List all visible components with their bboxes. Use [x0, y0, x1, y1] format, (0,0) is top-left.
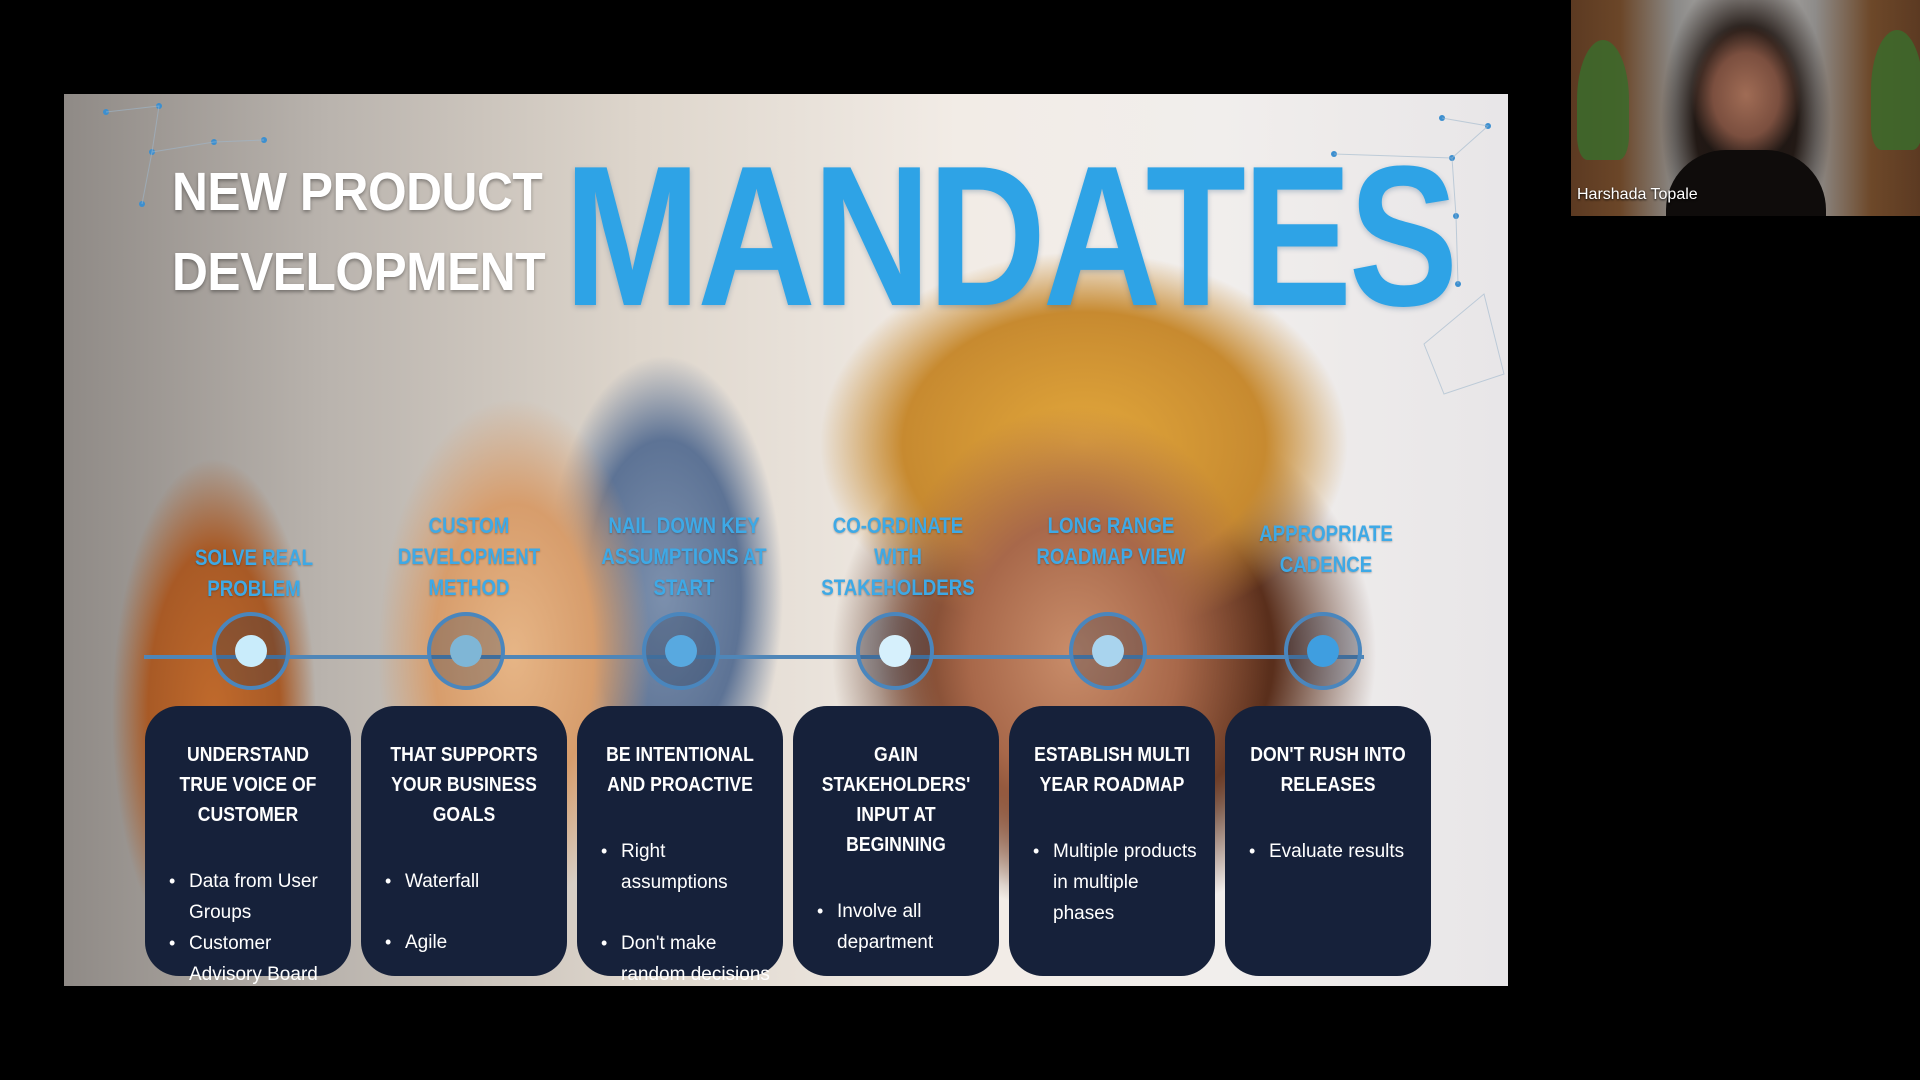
slide-title-line-1: NEW PRODUCT	[172, 162, 543, 222]
background-plant	[1577, 40, 1629, 160]
step-label: SOLVE REAL PROBLEM	[194, 545, 314, 601]
step-label: LONG RANGE ROADMAP VIEW	[1036, 513, 1186, 569]
card-bullets: Data from User Groups Customer Advisory …	[155, 866, 341, 986]
step-label: CUSTOM DEVELOPMENT METHOD	[397, 513, 541, 600]
step-label: NAIL DOWN KEY ASSUMPTIONS AT START	[601, 513, 767, 600]
card-title: GAIN STAKEHOLDERS' INPUT AT BEGINNING	[821, 744, 971, 856]
timeline-node	[1284, 612, 1362, 690]
participant-figure	[1666, 150, 1826, 216]
card-bullet: Don't make random decisions	[601, 928, 773, 986]
mandate-card: THAT SUPPORTS YOUR BUSINESS GOALS Waterf…	[361, 706, 567, 976]
timeline-node	[1069, 612, 1147, 690]
card-title: BE INTENTIONAL AND PROACTIVE	[606, 744, 754, 796]
card-bullet: Waterfall	[385, 866, 557, 897]
mandate-card: UNDERSTAND TRUE VOICE OF CUSTOMER Data f…	[145, 706, 351, 985]
card-bullets: Multiple products in multiple phases	[1019, 836, 1205, 929]
card-title: THAT SUPPORTS YOUR BUSINESS GOALS	[390, 744, 538, 826]
timeline-node	[642, 612, 720, 690]
step-label: APPROPRIATE CADENCE	[1259, 521, 1393, 577]
timeline-node	[427, 612, 505, 690]
card-bullets: Involve all department	[803, 896, 989, 958]
participant-name: Harshada Topale	[1577, 186, 1698, 203]
mandate-card: ESTABLISH MULTI YEAR ROADMAP Multiple pr…	[1009, 706, 1215, 976]
card-bullet: Involve all department	[817, 896, 989, 958]
card-title: ESTABLISH MULTI YEAR ROADMAP	[1034, 744, 1190, 796]
shared-slide: NEW PRODUCT DEVELOPMENT MANDATES SOLVE R…	[64, 94, 1508, 986]
background-plant	[1871, 30, 1920, 150]
timeline-node	[212, 612, 290, 690]
card-bullet: Multiple products in multiple phases	[1033, 836, 1205, 929]
mandate-card: BE INTENTIONAL AND PROACTIVE Right assum…	[577, 706, 783, 985]
card-bullet: Right assumptions	[601, 836, 773, 898]
mandate-card: DON'T RUSH INTO RELEASES Evaluate result…	[1225, 706, 1431, 976]
card-bullets: Evaluate results	[1235, 836, 1421, 867]
timeline-line	[144, 655, 1364, 659]
card-bullets: Waterfall Agile	[371, 866, 557, 958]
step-label: CO-ORDINATE WITH STAKEHOLDERS	[821, 513, 975, 600]
card-title: DON'T RUSH INTO RELEASES	[1250, 744, 1406, 796]
slide-title-line-2: DEVELOPMENT	[172, 242, 546, 302]
card-bullet: Evaluate results	[1249, 836, 1421, 867]
card-title: UNDERSTAND TRUE VOICE OF CUSTOMER	[179, 744, 317, 826]
card-bullet: Data from User Groups	[169, 866, 341, 928]
card-bullet: Agile	[385, 927, 557, 958]
slide-headline: MANDATES	[564, 125, 1458, 348]
card-bullets: Right assumptions Don't make random deci…	[587, 836, 773, 986]
participant-video-tile[interactable]: Harshada Topale	[1571, 0, 1920, 216]
slide-title: NEW PRODUCT DEVELOPMENT	[172, 152, 546, 312]
mandate-card: GAIN STAKEHOLDERS' INPUT AT BEGINNING In…	[793, 706, 999, 976]
timeline-node	[856, 612, 934, 690]
card-bullet: Customer Advisory Board	[169, 928, 341, 986]
